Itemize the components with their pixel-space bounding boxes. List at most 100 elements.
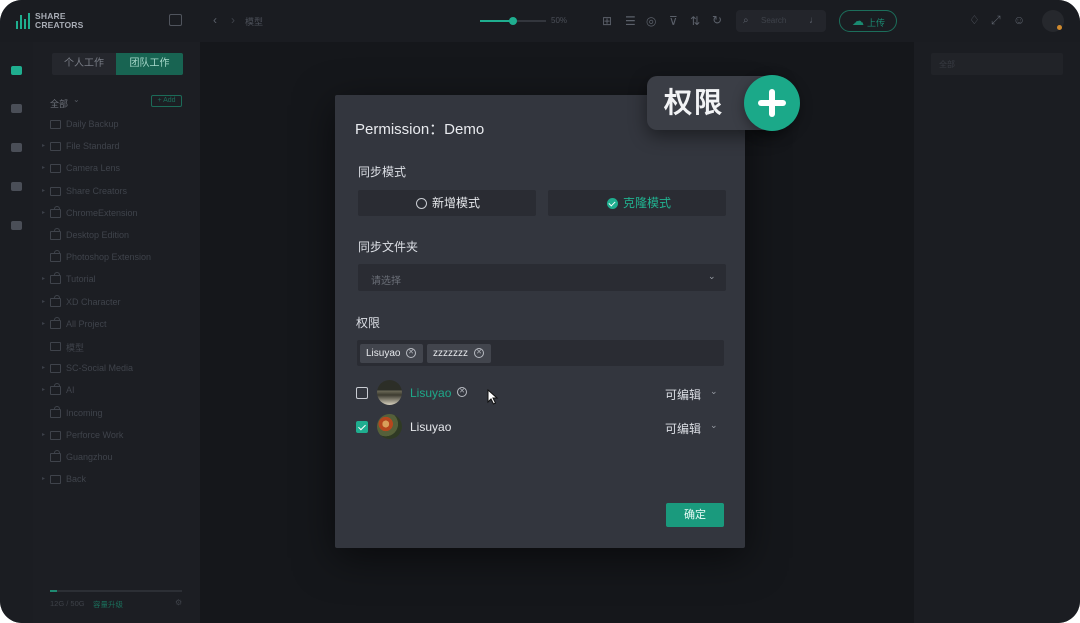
- folder-item[interactable]: ▸ Tutorial: [33, 272, 200, 287]
- folder-label: AI: [66, 385, 75, 396]
- upload-label: 上传: [867, 18, 886, 28]
- folder-item[interactable]: ▸ Back: [33, 473, 200, 487]
- user-name[interactable]: Lisuyao: [410, 420, 451, 434]
- user-icon[interactable]: ☺: [1013, 14, 1025, 26]
- gear-icon[interactable]: ⚙: [175, 598, 182, 607]
- upgrade-link[interactable]: 容量升级: [93, 599, 123, 610]
- sidebar-toggle-icon[interactable]: [169, 14, 182, 26]
- remove-user-icon[interactable]: ✕: [457, 387, 467, 397]
- user-name[interactable]: Lisuyao: [410, 386, 451, 400]
- back-arrow-icon[interactable]: ‹: [213, 14, 217, 26]
- library-nav-icon[interactable]: [11, 104, 22, 113]
- mode-clone-label: 克隆模式: [623, 196, 672, 210]
- folder-nav-icon[interactable]: [11, 66, 22, 75]
- user-checkbox[interactable]: [356, 387, 368, 399]
- chevron-down-icon[interactable]: ⌄: [710, 386, 718, 397]
- folder-item[interactable]: Incoming: [33, 405, 200, 421]
- all-filter-label[interactable]: 全部: [50, 97, 68, 110]
- upload-button[interactable]: ☁ 上传: [839, 10, 897, 32]
- fullscreen-icon[interactable]: ⤢: [991, 14, 1001, 26]
- radio-unchecked-icon: [416, 198, 427, 209]
- expand-caret-icon[interactable]: ▸: [42, 209, 45, 216]
- folder-label: Daily Backup: [66, 119, 119, 129]
- tag-icon[interactable]: ◎: [646, 15, 656, 27]
- folder-label: Desktop Edition: [66, 230, 130, 240]
- expand-caret-icon[interactable]: ▸: [42, 386, 45, 393]
- locked-folder-icon: [50, 228, 61, 240]
- chevron-down-icon[interactable]: ⌄: [73, 95, 80, 104]
- expand-caret-icon[interactable]: ▸: [42, 298, 45, 305]
- plus-icon[interactable]: [744, 75, 800, 131]
- user-avatar: [377, 380, 402, 405]
- confirm-button[interactable]: 确定: [666, 503, 724, 527]
- folder-item[interactable]: Guangzhou: [33, 450, 200, 465]
- folder-item[interactable]: ▸ Camera Lens: [33, 162, 200, 176]
- zoom-slider[interactable]: [480, 17, 546, 25]
- sync-folder-placeholder: 请选择: [371, 276, 401, 287]
- permission-select[interactable]: 可编辑: [665, 420, 701, 437]
- breadcrumb[interactable]: 模型: [245, 15, 263, 28]
- logo[interactable]: SHARE CREATORS: [16, 12, 84, 30]
- folder-item[interactable]: ▸ All Project: [33, 316, 200, 332]
- plugin-nav-icon[interactable]: [11, 221, 22, 230]
- expand-caret-icon[interactable]: ▸: [42, 164, 45, 171]
- folder-item[interactable]: ▸ AI: [33, 383, 200, 398]
- folder-label: Back: [66, 474, 87, 485]
- microphone-icon[interactable]: ♩: [809, 15, 819, 27]
- storage-bar: [50, 590, 182, 592]
- folder-item[interactable]: Daily Backup: [33, 118, 200, 132]
- mode-clone-option[interactable]: 克隆模式: [548, 190, 726, 216]
- tab-team-work[interactable]: 团队工作: [116, 53, 183, 75]
- folder-item[interactable]: ▸ XD Character: [33, 294, 200, 310]
- folder-item[interactable]: ▸ Perforce Work: [33, 429, 200, 443]
- logo-text: SHARE CREATORS: [35, 12, 84, 30]
- folder-item[interactable]: ▸ File Standard: [33, 140, 200, 154]
- app-window: SHARE CREATORS ‹ › 模型 50% ⊞ ☰ ◎ ⊽ ⇅ ↻ ⌕ …: [0, 0, 1080, 623]
- permission-select[interactable]: 可编辑: [665, 386, 701, 403]
- search-placeholder: Search: [761, 16, 787, 25]
- folder-item[interactable]: Desktop Edition: [33, 228, 200, 243]
- folder-item[interactable]: ▸ Share Creators: [33, 185, 200, 199]
- folder-label: Incoming: [66, 407, 103, 418]
- refresh-icon[interactable]: ↻: [712, 14, 722, 26]
- folder-item[interactable]: ▸ ChromeExtension: [33, 205, 200, 221]
- zoom-slider-handle[interactable]: [509, 17, 517, 25]
- folder-item[interactable]: ▸ SC-Social Media: [33, 362, 200, 376]
- folder-label: Guangzhou: [66, 452, 113, 462]
- sidebar: 个人工作 团队工作 全部 ⌄ + Add Daily Backup ▸ File S…: [33, 42, 200, 623]
- expand-caret-icon[interactable]: ▸: [42, 475, 45, 482]
- user-tag: Lisuyao ✕: [360, 344, 423, 363]
- sort-icon[interactable]: ⇅: [690, 15, 700, 27]
- folder-label: File Standard: [66, 141, 120, 152]
- tab-personal-work[interactable]: 个人工作: [52, 53, 116, 75]
- expand-caret-icon[interactable]: ▸: [42, 187, 45, 194]
- bell-icon[interactable]: ♢: [969, 14, 980, 26]
- search-icon: ⌕: [743, 15, 749, 26]
- workspace-tabs: 个人工作 团队工作: [52, 53, 183, 75]
- remove-tag-icon[interactable]: ✕: [474, 348, 484, 358]
- expand-caret-icon[interactable]: ▸: [42, 275, 45, 282]
- folder-item[interactable]: 模型: [33, 340, 200, 354]
- expand-caret-icon[interactable]: ▸: [42, 142, 45, 149]
- search-input[interactable]: ⌕ Search ♩: [736, 10, 826, 32]
- list-view-icon[interactable]: ☰: [625, 15, 636, 27]
- expand-caret-icon[interactable]: ▸: [42, 320, 45, 327]
- right-panel-filter[interactable]: 全部: [931, 53, 1063, 75]
- user-checkbox-checked[interactable]: [356, 421, 368, 433]
- expand-caret-icon[interactable]: ▸: [42, 364, 45, 371]
- folder-label: XD Character: [66, 296, 121, 307]
- grid-view-icon[interactable]: ⊞: [602, 15, 612, 27]
- selected-users-input[interactable]: Lisuyao ✕ zzzzzzz ✕: [357, 340, 724, 366]
- forward-arrow-icon[interactable]: ›: [231, 14, 235, 26]
- chevron-down-icon[interactable]: ⌄: [710, 420, 718, 431]
- sync-folder-select[interactable]: 请选择 ⌄: [358, 264, 726, 291]
- filter-icon[interactable]: ⊽: [669, 15, 678, 27]
- expand-caret-icon[interactable]: ▸: [42, 431, 45, 438]
- sync-folder-label: 同步文件夹: [358, 240, 419, 254]
- add-folder-button[interactable]: + Add: [151, 95, 182, 107]
- media-nav-icon[interactable]: [11, 182, 22, 191]
- remove-tag-icon[interactable]: ✕: [406, 348, 416, 358]
- mode-add-option[interactable]: 新增模式: [358, 190, 536, 216]
- folder-item[interactable]: Photoshop Extension: [33, 250, 200, 265]
- briefcase-nav-icon[interactable]: [11, 143, 22, 152]
